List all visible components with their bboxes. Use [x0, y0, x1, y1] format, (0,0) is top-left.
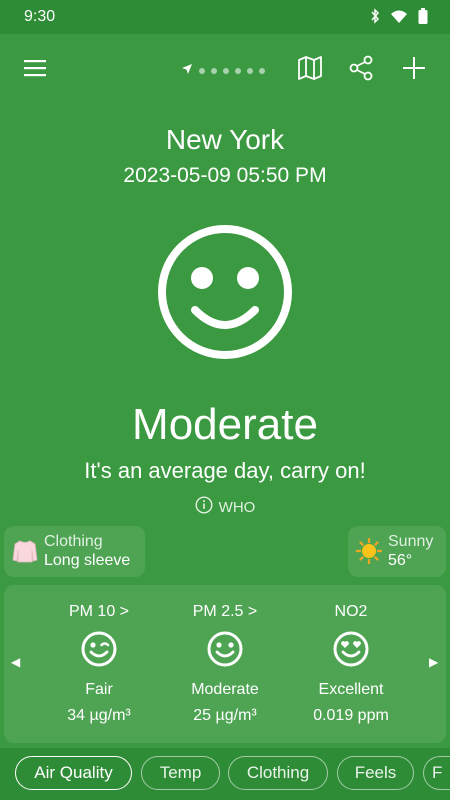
map-button[interactable]	[294, 54, 326, 86]
bluetooth-icon	[370, 8, 380, 24]
city-name: New York	[165, 124, 285, 155]
sun-icon	[355, 537, 383, 569]
heart-eyes-face-icon	[333, 631, 369, 672]
update-datetime: 2023-05-09 05:50 PM	[123, 164, 327, 187]
share-icon	[348, 55, 374, 86]
pollutant-level: Excellent	[318, 681, 384, 698]
add-location-button[interactable]	[398, 54, 430, 86]
page-dot	[235, 68, 241, 74]
clothing-value: Long sleeve	[44, 552, 131, 569]
hamburger-icon	[23, 58, 47, 83]
share-button[interactable]	[345, 54, 377, 86]
weather-temp: 56°	[388, 552, 413, 569]
page-dot	[247, 68, 253, 74]
wifi-icon	[390, 9, 408, 23]
menu-button[interactable]	[19, 54, 51, 86]
tab-air-quality[interactable]: Air Quality	[15, 756, 132, 790]
pollutant-level: Fair	[85, 681, 113, 698]
pollutant-value: 0.019 ppm	[313, 707, 389, 724]
pollutant-value: 25 µg/m³	[193, 707, 257, 724]
plus-icon	[402, 56, 426, 85]
info-icon	[195, 496, 213, 518]
pollutant-name: PM 2.5 >	[192, 603, 258, 620]
air-quality-message: It's an average day, carry on!	[84, 458, 366, 483]
map-icon	[297, 55, 323, 85]
location-pager[interactable]	[181, 62, 265, 80]
pollutant-name: PM 10 >	[68, 603, 130, 620]
source-label: WHO	[218, 498, 256, 516]
weather-condition: Sunny	[388, 533, 434, 550]
page-dot	[211, 68, 217, 74]
standard-source[interactable]: WHO	[0, 496, 450, 518]
status-icons	[370, 8, 428, 24]
clothing-label: Clothing	[44, 533, 103, 550]
status-bar: 9:30	[0, 0, 450, 34]
tab-clothing[interactable]: Clothing	[228, 756, 328, 790]
location-arrow-icon	[181, 62, 193, 80]
scroll-left-arrow-icon[interactable]: ◀	[11, 655, 20, 669]
battery-icon	[418, 8, 428, 24]
sweater-icon	[12, 538, 38, 569]
tab-feels[interactable]: Feels	[337, 756, 414, 790]
page-dot	[259, 68, 265, 74]
pollutant-card: ◀ ▶ PM 10 > Fair 34 µg/m³ PM 2.5 > Moder…	[4, 585, 446, 743]
smiley-face-icon	[155, 222, 295, 367]
pollutant-value: 34 µg/m³	[67, 707, 131, 724]
status-time: 9:30	[24, 8, 56, 25]
tab-temp[interactable]: Temp	[141, 756, 220, 790]
page-dot	[223, 68, 229, 74]
tab-bar: Air Quality Temp Clothing Feels F	[0, 748, 450, 800]
tab-next-partial[interactable]: F	[423, 756, 450, 790]
page-dot	[199, 68, 205, 74]
air-quality-level: Moderate	[132, 400, 318, 449]
winking-face-icon	[81, 631, 117, 672]
toolbar	[0, 34, 450, 106]
clothing-card[interactable]: Clothing Long sleeve	[4, 526, 145, 577]
pollutant-level: Moderate	[191, 681, 259, 698]
weather-card[interactable]: Sunny 56°	[348, 526, 446, 577]
pollutant-name: NO2	[334, 603, 368, 620]
smiling-face-icon	[207, 631, 243, 672]
scroll-right-arrow-icon[interactable]: ▶	[429, 655, 438, 669]
